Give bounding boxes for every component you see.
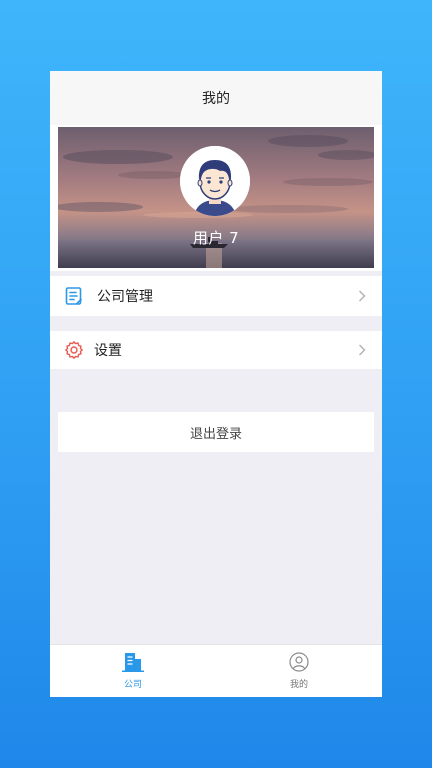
profile-section: 用户 7 [50, 125, 382, 271]
username: 用户 7 [192, 229, 240, 247]
menu-item-company-management[interactable]: 公司管理 [50, 276, 382, 316]
building-icon [122, 653, 144, 672]
menu-item-label: 公司管理 [97, 289, 153, 305]
document-icon [65, 287, 83, 305]
chevron-right-icon [359, 290, 366, 302]
gear-icon [65, 341, 83, 359]
menu-item-settings[interactable]: 设置 [50, 331, 382, 369]
user-icon [289, 652, 309, 672]
navigation-bar: 我的 [50, 71, 382, 125]
logout-button[interactable]: 退出登录 [58, 412, 374, 452]
chevron-right-icon [359, 344, 366, 356]
menu-item-label: 设置 [94, 343, 122, 359]
tab-bar: 公司 我的 [50, 644, 382, 697]
page-title: 我的 [202, 91, 230, 107]
tab-label: 我的 [289, 680, 308, 690]
app-screen: 我的 用户 7 公司管理 设置 退出登录 公司 我的 [50, 71, 382, 697]
profile-banner: 用户 7 [58, 127, 374, 268]
avatar-face-icon [180, 146, 250, 216]
tab-mine[interactable]: 我的 [216, 645, 382, 697]
logout-label: 退出登录 [189, 426, 242, 442]
tab-label: 公司 [123, 680, 142, 690]
tab-company[interactable]: 公司 [50, 645, 216, 697]
avatar[interactable] [180, 146, 250, 216]
